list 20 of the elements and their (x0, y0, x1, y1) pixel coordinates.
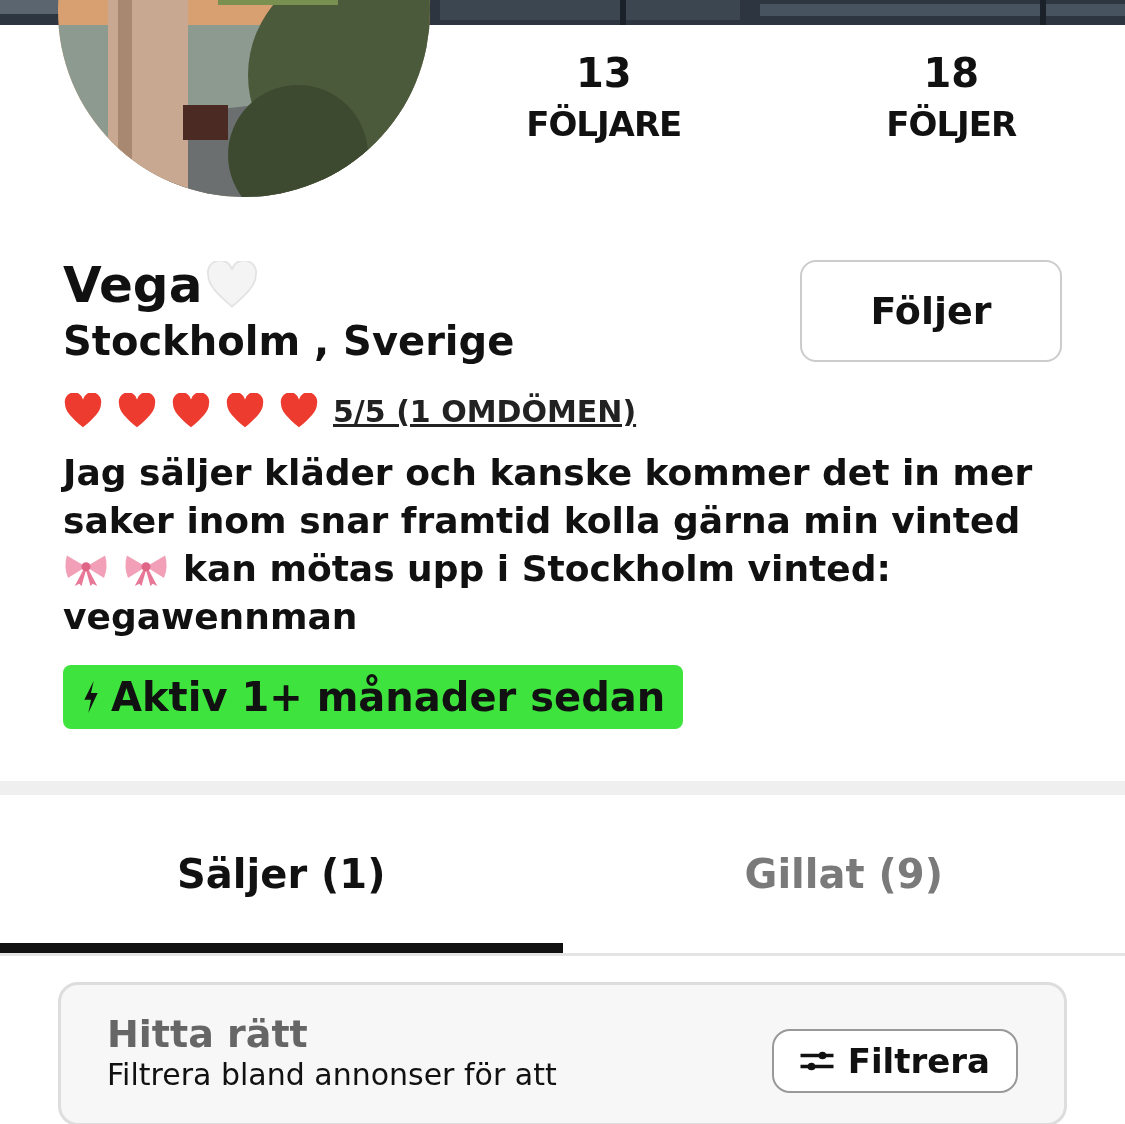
heart-icon (206, 261, 259, 309)
heart-icon (279, 393, 319, 429)
heart-icon (225, 393, 265, 429)
sliders-icon (799, 1050, 834, 1072)
stat-count: 18 (923, 53, 980, 93)
stat-count: 13 (575, 53, 632, 93)
bio-text: kan mötas upp i Stockholm vinted: (183, 548, 891, 589)
card-text: Filtrera bland annonser för att (107, 1057, 557, 1093)
activity-text: Aktiv 1+ månader sedan (111, 673, 666, 722)
filter-button[interactable]: Filtrera (771, 1029, 1018, 1093)
card-title: Hitta rätt (107, 1011, 309, 1057)
lightning-icon (83, 680, 99, 714)
bio-text: vegawennman (63, 596, 358, 637)
follow-button[interactable]: Följer (800, 260, 1062, 362)
profile-name: Vega (63, 255, 203, 315)
location-text: Stockholm , Sverige (63, 317, 515, 366)
reviews-link[interactable]: 5/5 (1 OMDÖMEN) (333, 393, 637, 429)
heart-icon (117, 393, 157, 429)
heart-icon (171, 393, 211, 429)
heart-icon (63, 393, 103, 429)
